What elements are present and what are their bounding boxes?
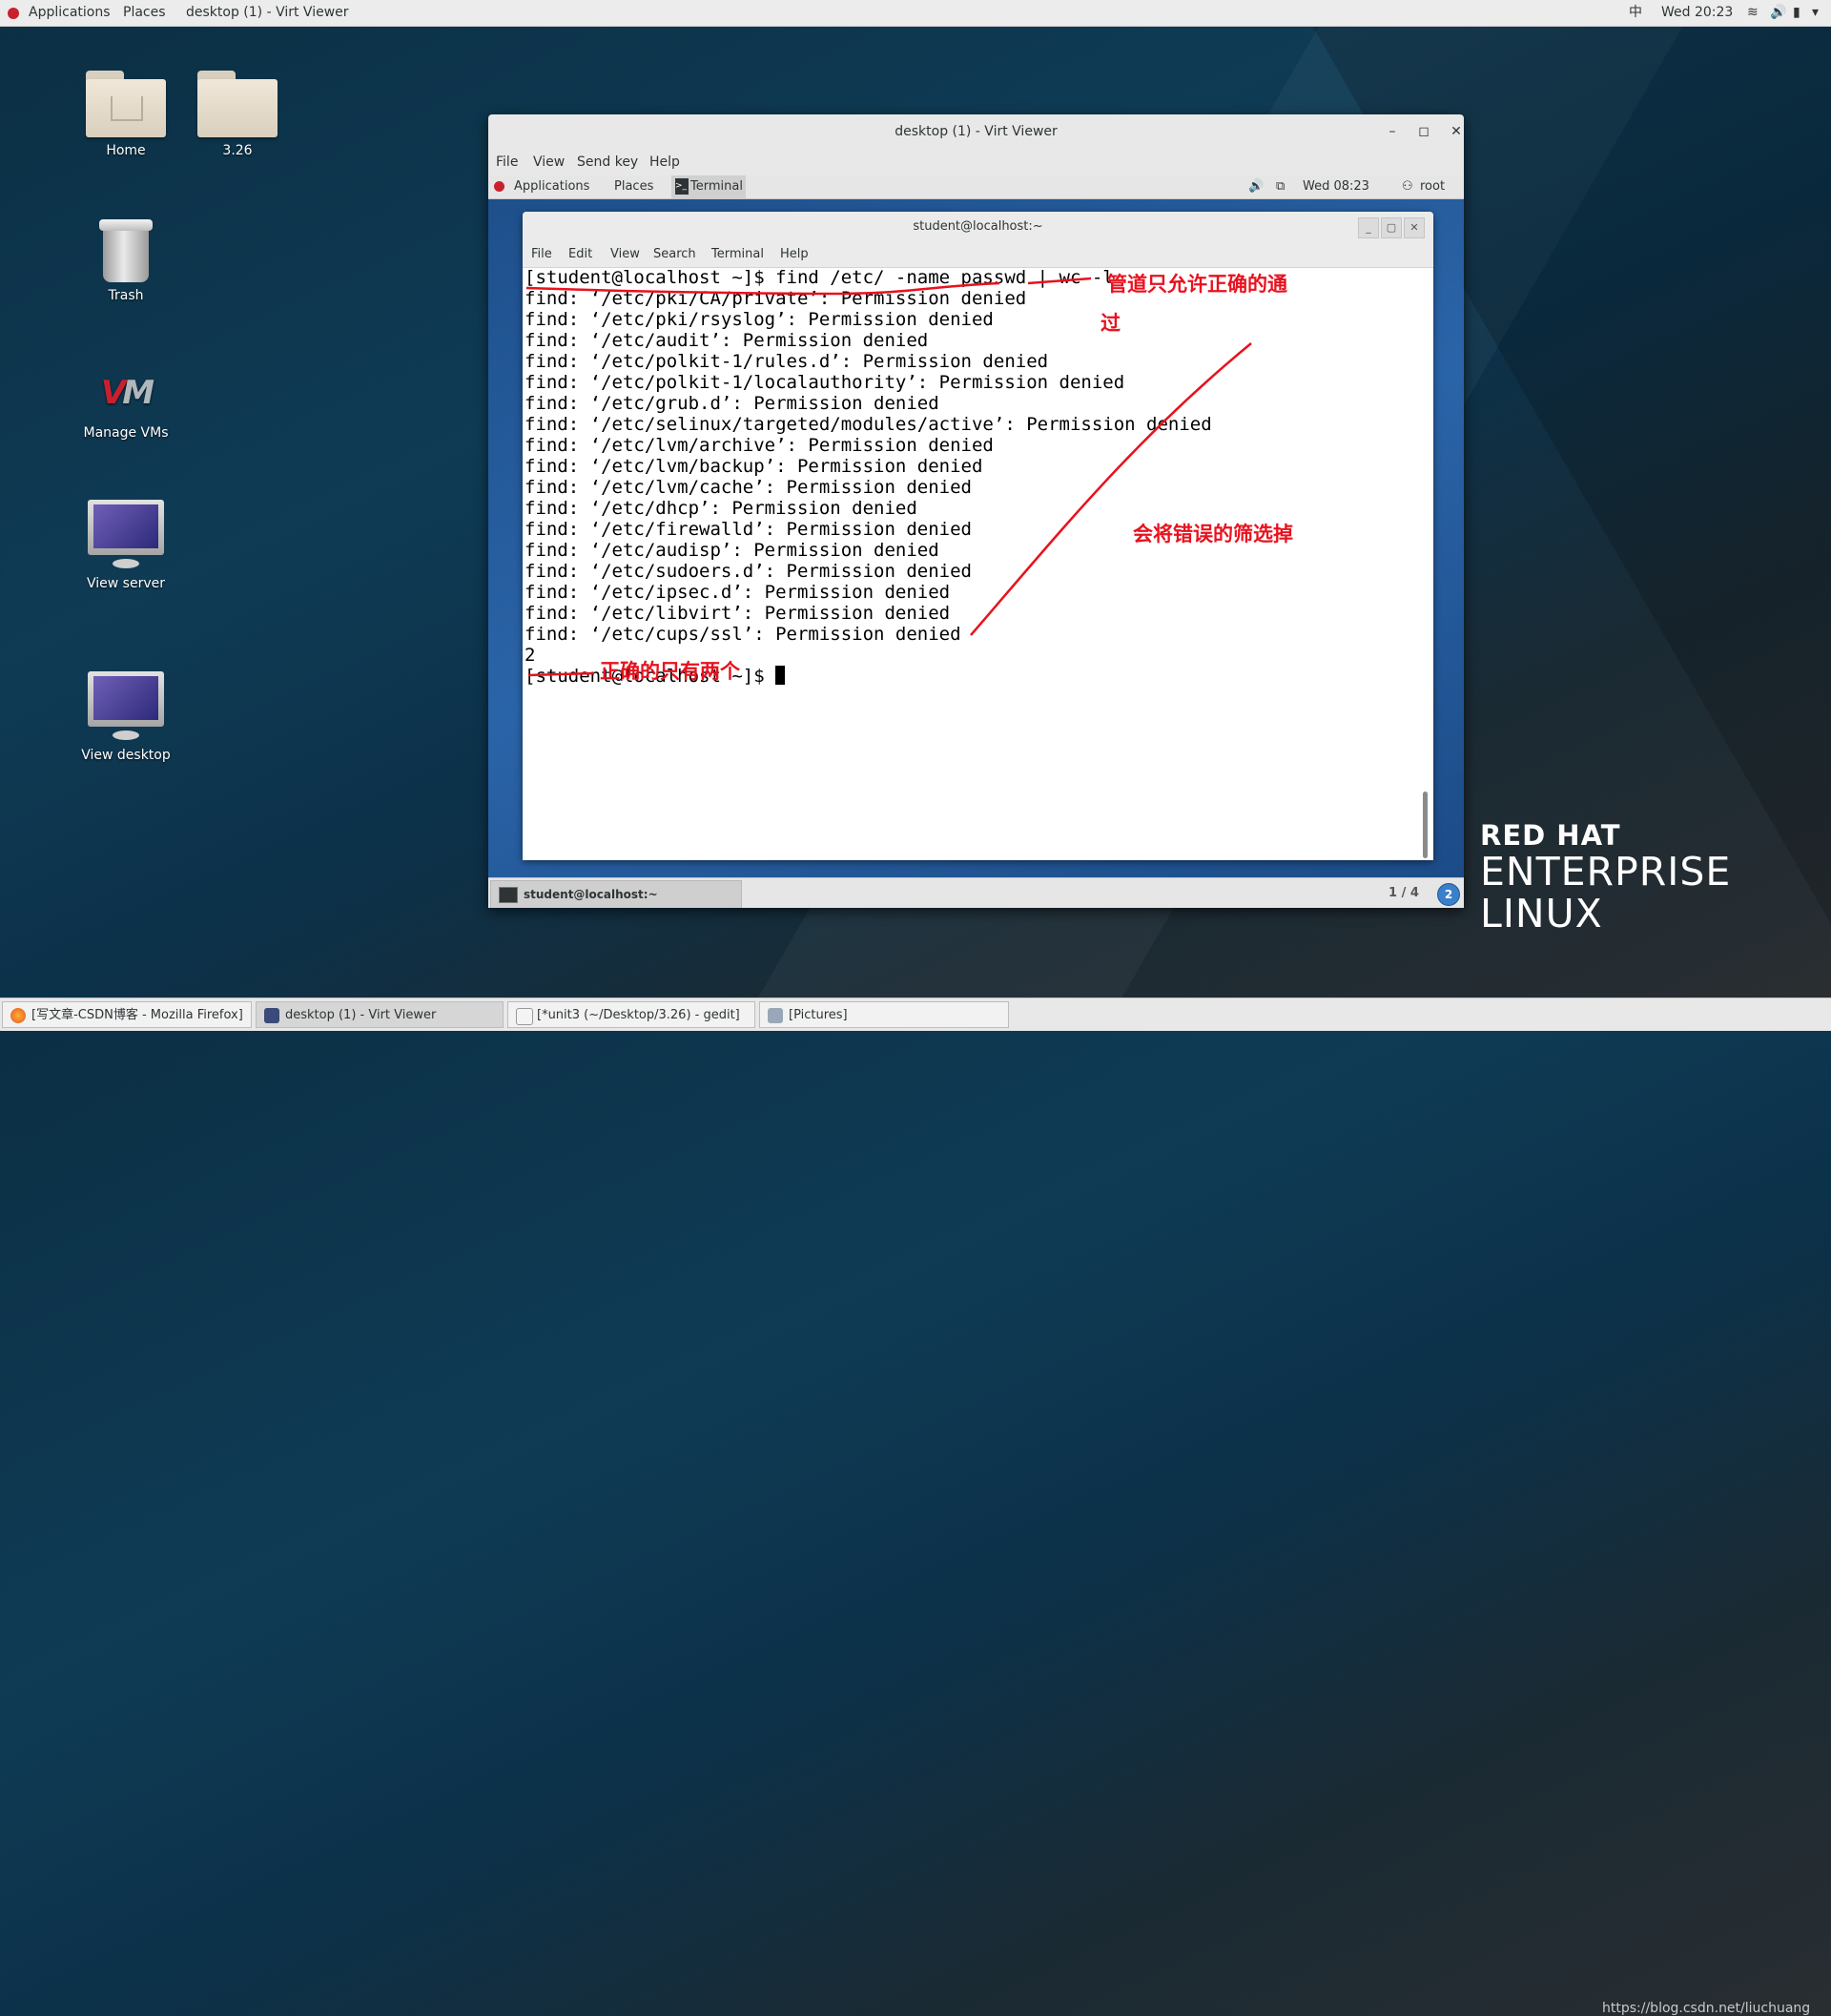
places-menu[interactable]: Places [123,0,166,26]
rhel-logo-line3: LINUX [1480,891,1603,936]
monitor-icon [88,500,164,570]
taskbar-item-pictures[interactable]: [Pictures] [759,1001,1009,1028]
guest-network-icon[interactable]: ⧉ [1276,175,1285,198]
menu-send-key[interactable]: Send key [577,151,638,174]
desktop-icon-label: View desktop [81,748,171,763]
guest-places-menu[interactable]: Places [614,175,653,198]
desktop-icon-view-desktop[interactable]: View desktop [54,671,197,763]
annotation-pipe-note-continued: 过 [1101,312,1121,335]
redhat-icon[interactable] [8,0,19,26]
power-menu-icon[interactable]: ▾ [1812,0,1819,26]
guest-top-panel: Applications Places >_ Terminal 🔊 ⧉ Wed … [488,175,1464,199]
minimize-button[interactable]: – [1378,114,1407,149]
terminal-window[interactable]: student@localhost:~ _ ▢ ✕ File Edit View… [523,212,1433,860]
guest-user-name[interactable]: root [1420,175,1445,198]
monitor-icon [264,1008,279,1023]
taskbar-item-label: [*unit3 (~/Desktop/3.26) - gedit] [537,1008,740,1022]
guest-applications-menu[interactable]: Applications [514,175,589,198]
desktop-icon-trash[interactable]: Trash [54,216,197,303]
firefox-icon [10,1008,26,1023]
home-folder-icon [86,71,166,137]
host-clock[interactable]: Wed 20:23 [1661,0,1733,26]
battery-icon[interactable]: ▮ [1793,0,1800,26]
text-editor-icon [516,1008,533,1025]
taskbar-item-label: [Pictures] [789,1008,848,1022]
guest-terminal-tab-label: Terminal [690,179,743,194]
taskbar-item-gedit[interactable]: [*unit3 (~/Desktop/3.26) - gedit] [507,1001,755,1028]
desktop-icon-label: View server [87,576,165,591]
guest-user-icon[interactable]: ⚇ [1402,175,1413,198]
close-button[interactable]: ✕ [1442,114,1471,149]
guest-volume-icon[interactable]: 🔊 [1248,175,1264,198]
notification-badge[interactable]: 2 [1437,883,1460,906]
applications-menu[interactable]: Applications [29,0,111,26]
desktop-icon-label: Manage VMs [83,425,169,441]
taskbar-item-firefox[interactable]: [写文章-CSDN博客 - Mozilla Firefox] [2,1001,252,1028]
menu-help[interactable]: Help [649,151,680,174]
taskbar-item-virt-viewer[interactable]: desktop (1) - Virt Viewer [256,1001,504,1028]
virt-viewer-window[interactable]: desktop (1) - Virt Viewer – ◻ ✕ File Vie… [488,114,1464,908]
annotation-strokes [525,277,1252,677]
menu-view[interactable]: View [533,151,565,174]
wifi-icon[interactable]: ≋ [1747,0,1759,26]
annotation-count-note: 正确的只有两个 [600,660,740,683]
host-top-panel: Applications Places desktop (1) - Virt V… [0,0,1831,27]
monitor-icon [88,671,164,742]
guest-task-terminal[interactable]: student@localhost:~ [490,880,742,908]
file-manager-icon [768,1008,783,1023]
host-taskbar: [写文章-CSDN博客 - Mozilla Firefox] desktop (… [0,998,1831,2016]
folder-icon [197,71,278,137]
vm-manager-icon: VM [100,374,154,412]
menu-file[interactable]: File [496,151,518,174]
watermark: https://blog.csdn.net/liuchuang [1602,2001,1811,2016]
guest-bottom-panel: student@localhost:~ 1 / 4 2 [488,877,1464,908]
menu-bar: File View Send key Help [488,151,1464,174]
input-method-indicator[interactable]: 中 [1629,0,1642,26]
maximize-button[interactable]: ◻ [1409,114,1438,149]
desktop-icon-manage-vms[interactable]: VM Manage VMs [54,364,197,441]
taskbar-item-label: [写文章-CSDN博客 - Mozilla Firefox] [31,1008,243,1022]
terminal-icon [499,887,518,903]
desktop-icon-label: 3.26 [222,143,253,158]
desktop-icon-label: Trash [108,288,144,303]
guest-task-label: student@localhost:~ [524,888,658,901]
guest-clock[interactable]: Wed 08:23 [1303,175,1369,198]
desktop-icon-view-server[interactable]: View server [54,500,197,591]
terminal-icon: >_ [675,178,689,195]
rhel-logo-line2: ENTERPRISE [1480,849,1732,895]
trash-icon [97,216,154,282]
rhel-logo-line1: RED HAT [1480,819,1621,852]
guest-terminal-tab[interactable]: >_ Terminal [671,175,746,198]
rhel-logo: RED HAT ENTERPRISE LINUX [1480,820,1731,935]
taskbar-item-label: desktop (1) - Virt Viewer [285,1008,437,1022]
workspace-indicator[interactable]: 1 / 4 [1389,878,1419,908]
annotation-pipe-note: 管道只允许正确的通 [1107,273,1287,296]
window-title[interactable]: desktop (1) - Virt Viewer [488,114,1464,149]
desktop-icon-folder-3-26[interactable]: 3.26 [166,71,309,158]
annotation-filter-note: 会将错误的筛选掉 [1133,523,1293,545]
guest-display[interactable]: Applications Places >_ Terminal 🔊 ⧉ Wed … [488,175,1464,908]
volume-icon[interactable]: 🔊 [1770,0,1786,26]
active-window-title[interactable]: desktop (1) - Virt Viewer [186,0,349,26]
